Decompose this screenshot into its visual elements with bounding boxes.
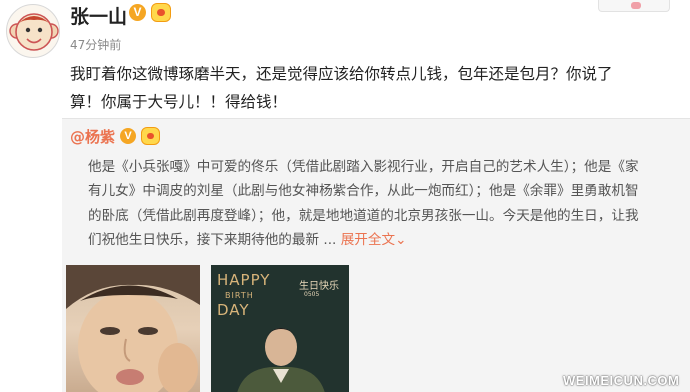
photo-selfie[interactable] (66, 265, 200, 392)
verified-v-icon: V (129, 4, 146, 21)
post-text: 我盯着你这微博琢磨半天，还是觉得应该给你转点儿钱，包年还是包月？你说了 算！你属… (70, 60, 680, 116)
level-badge-icon (151, 3, 171, 22)
quoted-text-tail: 们祝他生日快乐，接下来期待他的最新 ... (88, 232, 337, 249)
quoted-text-line: 他是《小兵张嘎》中可爱的佟乐（凭借此剧踏入影视行业，开启自己的艺术人生）；他是《… (88, 159, 639, 175)
watermark: WEIMEICUN.COM (563, 373, 680, 388)
quoted-text-line: 有儿女》中调皮的刘星（此剧与他女神杨紫合作，从此一炮而红）；他是《余罪》里勇敢机… (88, 183, 639, 200)
quoted-text-line: 们祝他生日快乐，接下来期待他的最新 ... 展开全文⌄ (88, 228, 688, 252)
poster-headline: HAPPY BIRTH DAY (217, 273, 270, 318)
poster-happy: HAPPY (217, 271, 271, 289)
expand-label: 展开全文 (340, 232, 396, 249)
post-username[interactable]: 张一山 (70, 2, 127, 29)
top-right-widget[interactable] (598, 0, 670, 12)
post-text-line: 我盯着你这微博琢磨半天，还是觉得应该给你转点儿钱，包年还是包月？你说了 (70, 65, 613, 83)
expand-full-text-link[interactable]: 展开全文⌄ (341, 232, 407, 248)
quoted-username[interactable]: @杨紫 (70, 126, 115, 147)
poster-day: DAY (217, 301, 250, 319)
avatar[interactable] (6, 4, 60, 58)
quoted-text-line: 的卧底（凭借此剧再度登峰）；他，就是地地道道的北京男孩张一山。今天是他的生日，让… (88, 207, 639, 224)
chevron-down-icon: ⌄ (395, 232, 407, 249)
quoted-text: 他是《小兵张嘎》中可爱的佟乐（凭借此剧踏入影视行业，开启自己的艺术人生）；他是《… (88, 155, 688, 253)
level-badge-icon (141, 127, 160, 145)
post-text-line: 算！你属于大号儿！！得给钱！ (70, 93, 288, 111)
poster-date: 0505 (304, 291, 320, 298)
photo-birthday-poster[interactable]: HAPPY BIRTH DAY 生日快乐 0505 (211, 265, 349, 392)
post-time[interactable]: 47分钟前 (70, 36, 121, 53)
verified-v-icon: V (120, 128, 136, 144)
quoted-post[interactable]: @杨紫 V 他是《小兵张嘎》中可爱的佟乐（凭借此剧踏入影视行业，开启自己的艺术人… (62, 118, 690, 392)
image-thumbnail-icon (631, 2, 641, 9)
poster-side-text: 生日快乐 (299, 281, 339, 292)
